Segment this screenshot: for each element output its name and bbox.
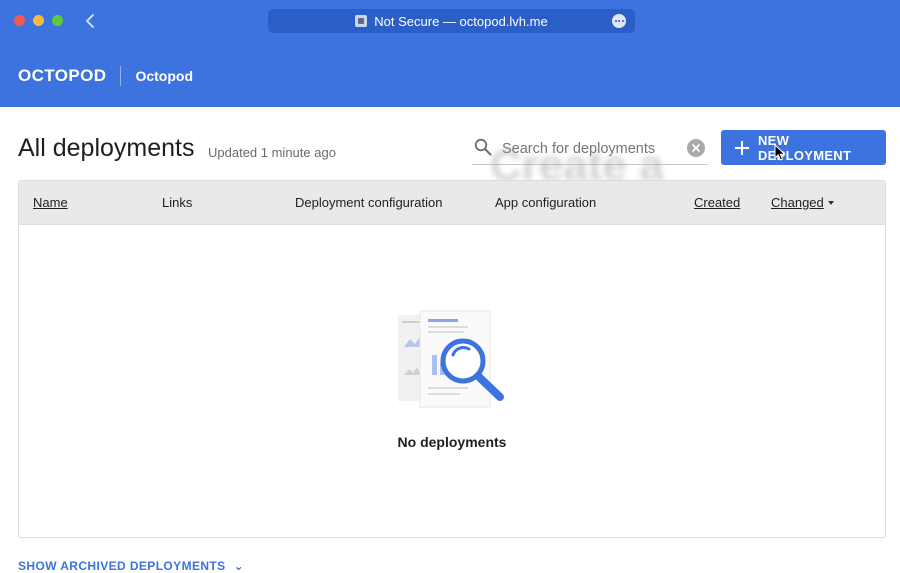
close-icon	[692, 144, 700, 152]
column-changed[interactable]: Changed	[771, 195, 824, 210]
page-title: All deployments	[18, 134, 195, 162]
show-archived-label: SHOW ARCHIVED DEPLOYMENTS	[18, 559, 226, 573]
window-controls	[14, 15, 63, 26]
column-deployment-configuration: Deployment configuration	[295, 195, 443, 210]
search-icon	[474, 138, 492, 156]
address-bar[interactable]: Not Secure — octopod.lvh.me	[268, 9, 635, 33]
deployments-table: Name Links Deployment configuration App …	[18, 180, 886, 538]
project-name: Octopod	[135, 68, 193, 84]
chevron-left-icon	[86, 14, 94, 28]
column-changed-sort[interactable]: Changed	[771, 195, 834, 210]
empty-state-text: No deployments	[397, 434, 507, 450]
maximize-window-button[interactable]	[52, 15, 63, 26]
close-window-button[interactable]	[14, 15, 25, 26]
clear-search-button[interactable]	[687, 139, 705, 157]
sort-desc-icon	[827, 201, 834, 205]
chevron-down-icon: ⌄	[233, 559, 245, 573]
divider	[120, 66, 122, 86]
column-created[interactable]: Created	[694, 195, 740, 210]
logo[interactable]: OCTOPOD	[18, 66, 106, 86]
app-bar: Not Secure — octopod.lvh.me OCTOPOD Octo…	[0, 0, 900, 107]
brand: OCTOPOD Octopod	[18, 66, 193, 86]
column-links: Links	[162, 195, 193, 210]
empty-search-illustration	[398, 310, 504, 408]
new-deployment-button[interactable]: NEW DEPLOYMENT	[721, 130, 886, 165]
show-archived-link[interactable]: SHOW ARCHIVED DEPLOYMENTS ⌄	[18, 559, 244, 573]
column-name[interactable]: Name	[33, 195, 68, 210]
search-box	[472, 133, 708, 165]
address-text: Not Secure — octopod.lvh.me	[374, 13, 548, 29]
updated-status: Updated 1 minute ago	[208, 145, 336, 160]
back-button[interactable]	[80, 9, 100, 33]
mouse-cursor-icon	[774, 144, 786, 161]
more-options-icon[interactable]	[612, 14, 626, 28]
table-header: Name Links Deployment configuration App …	[19, 181, 885, 225]
plus-icon	[735, 140, 749, 155]
minimize-window-button[interactable]	[33, 15, 44, 26]
search-input[interactable]	[500, 137, 684, 161]
site-icon	[355, 15, 368, 27]
column-app-configuration: App configuration	[495, 195, 597, 210]
